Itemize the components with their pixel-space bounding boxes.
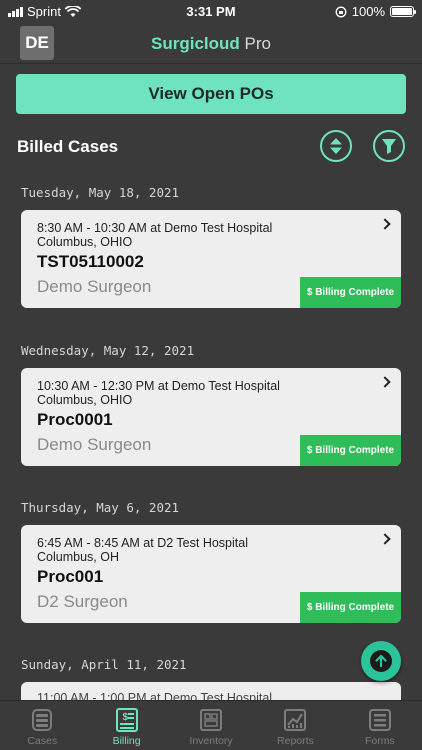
case-card[interactable]: 11:00 AM - 1:00 PM at Demo Test Hospital xyxy=(21,682,401,700)
status-badge: $ Billing Complete xyxy=(300,277,401,308)
filter-button[interactable] xyxy=(373,130,405,162)
orientation-lock-icon xyxy=(335,6,347,17)
tab-inventory[interactable]: Inventory xyxy=(169,701,253,750)
case-surgeon: D2 Surgeon xyxy=(37,592,128,611)
filter-icon xyxy=(382,139,396,154)
case-surgeon: Demo Surgeon xyxy=(37,435,152,454)
app-header: DE Surgicloud Pro xyxy=(0,24,422,64)
case-time-location: 11:00 AM - 1:00 PM at Demo Test Hospital xyxy=(37,691,273,700)
chevron-right-icon xyxy=(379,533,391,545)
case-date: Sunday, April 11, 2021 xyxy=(21,657,187,672)
reports-icon xyxy=(284,709,307,731)
case-date: Thursday, May 6, 2021 xyxy=(21,500,180,515)
status-badge: $ Billing Complete xyxy=(300,592,401,623)
case-code: TST05110002 xyxy=(37,252,144,271)
battery-icon xyxy=(390,6,416,17)
scroll-to-top-button[interactable] xyxy=(361,641,401,681)
status-right: 100% xyxy=(335,4,416,19)
tab-forms[interactable]: Forms xyxy=(338,701,422,750)
status-bar: Sprint 3:31 PM 100% xyxy=(0,0,422,24)
case-city: Columbus, OHIO xyxy=(37,235,133,249)
case-card[interactable]: 6:45 AM - 8:45 AM at D2 Test Hospital Co… xyxy=(21,525,401,623)
tab-label: Forms xyxy=(364,735,395,747)
battery-percent: 100% xyxy=(351,4,385,19)
forms-icon xyxy=(368,709,391,731)
inventory-icon xyxy=(200,709,223,731)
case-card[interactable]: 10:30 AM - 12:30 PM at Demo Test Hospita… xyxy=(21,368,401,466)
cases-icon xyxy=(32,709,53,731)
tab-label: Reports xyxy=(277,735,314,747)
sort-icon xyxy=(330,138,342,154)
status-badge: $ Billing Complete xyxy=(300,435,401,466)
sort-button[interactable] xyxy=(320,130,352,162)
case-card[interactable]: 8:30 AM - 10:30 AM at Demo Test Hospital… xyxy=(21,210,401,308)
case-date: Tuesday, May 18, 2021 xyxy=(21,185,180,200)
view-open-pos-button[interactable]: View Open POs xyxy=(16,74,406,114)
case-code: Proc001 xyxy=(37,567,104,586)
case-surgeon: Demo Surgeon xyxy=(37,277,152,296)
arrow-up-icon xyxy=(370,650,392,672)
app-title: Surgicloud Pro xyxy=(0,34,422,54)
brand-suffix: Pro xyxy=(244,34,271,53)
case-time-location: 6:45 AM - 8:45 AM at D2 Test Hospital xyxy=(37,536,248,550)
section-title: Billed Cases xyxy=(17,137,119,156)
brand-main: Surgicloud xyxy=(151,34,240,53)
chevron-right-icon xyxy=(379,218,391,230)
tab-label: Cases xyxy=(27,735,58,747)
case-date: Wednesday, May 12, 2021 xyxy=(21,343,195,358)
case-code: Proc0001 xyxy=(37,410,113,429)
cases-scroll-area[interactable]: View Open POs Billed Cases Tuesday, May … xyxy=(0,64,422,700)
case-time-location: 8:30 AM - 10:30 AM at Demo Test Hospital xyxy=(37,221,273,235)
tab-label: Inventory xyxy=(189,735,233,747)
case-city: Columbus, OH xyxy=(37,550,119,564)
chevron-right-icon xyxy=(379,376,391,388)
billing-icon: $ xyxy=(115,708,138,732)
tab-label: Billing xyxy=(112,735,141,747)
tab-billing[interactable]: $ Billing xyxy=(84,701,168,750)
case-time-location: 10:30 AM - 12:30 PM at Demo Test Hospita… xyxy=(37,379,280,393)
svg-text:$: $ xyxy=(122,712,128,723)
tab-reports[interactable]: Reports xyxy=(253,701,337,750)
tab-cases[interactable]: Cases xyxy=(0,701,84,750)
tab-bar: Cases $ Billing Inventory Reports Forms xyxy=(0,700,422,750)
case-city: Columbus, OHIO xyxy=(37,393,133,407)
